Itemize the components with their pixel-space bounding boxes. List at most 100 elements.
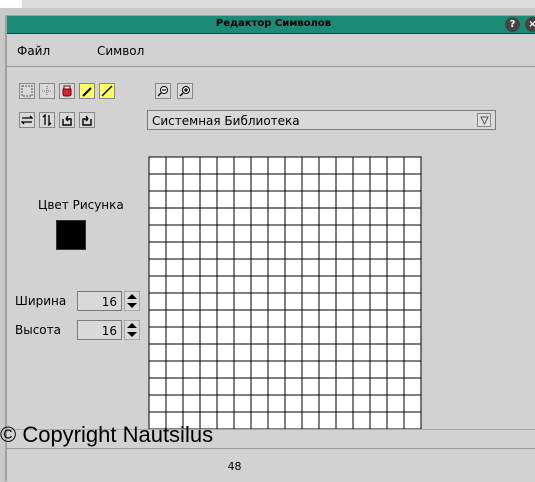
grid-cell[interactable] <box>352 411 371 430</box>
grid-cell[interactable] <box>233 258 252 277</box>
flip-vertical-button[interactable] <box>39 112 55 128</box>
grid-cell[interactable] <box>267 309 286 328</box>
grid-cell[interactable] <box>369 190 388 209</box>
grid-cell[interactable] <box>335 207 354 226</box>
grid-cell[interactable] <box>386 156 405 175</box>
grid-cell[interactable] <box>284 190 303 209</box>
grid-cell[interactable] <box>182 275 201 294</box>
grid-cell[interactable] <box>318 377 337 396</box>
grid-cell[interactable] <box>369 241 388 260</box>
grid-cell[interactable] <box>352 275 371 294</box>
grid-cell[interactable] <box>199 207 218 226</box>
grid-cell[interactable] <box>352 156 371 175</box>
grid-cell[interactable] <box>216 258 235 277</box>
grid-cell[interactable] <box>284 309 303 328</box>
grid-cell[interactable] <box>233 156 252 175</box>
grid-cell[interactable] <box>182 292 201 311</box>
grid-cell[interactable] <box>267 343 286 362</box>
grid-cell[interactable] <box>233 411 252 430</box>
grid-cell[interactable] <box>386 377 405 396</box>
grid-cell[interactable] <box>318 292 337 311</box>
chevron-down-icon[interactable] <box>477 113 491 127</box>
grid-cell[interactable] <box>216 190 235 209</box>
width-field[interactable]: 16 <box>77 291 122 311</box>
grid-cell[interactable] <box>233 309 252 328</box>
grid-cell[interactable] <box>301 326 320 345</box>
grid-cell[interactable] <box>233 241 252 260</box>
grid-cell[interactable] <box>318 224 337 243</box>
grid-cell[interactable] <box>148 207 167 226</box>
grid-cell[interactable] <box>403 326 422 345</box>
pixel-edit-grid[interactable] <box>148 156 422 430</box>
grid-cell[interactable] <box>233 377 252 396</box>
grid-cell[interactable] <box>318 190 337 209</box>
drawing-color-swatch[interactable] <box>56 220 86 250</box>
grid-cell[interactable] <box>386 190 405 209</box>
grid-cell[interactable] <box>216 343 235 362</box>
grid-cell[interactable] <box>182 190 201 209</box>
grid-cell[interactable] <box>267 258 286 277</box>
grid-cell[interactable] <box>233 292 252 311</box>
grid-cell[interactable] <box>369 292 388 311</box>
grid-cell[interactable] <box>284 275 303 294</box>
grid-cell[interactable] <box>233 224 252 243</box>
grid-cell[interactable] <box>199 190 218 209</box>
grid-cell[interactable] <box>318 241 337 260</box>
grid-cell[interactable] <box>301 292 320 311</box>
grid-cell[interactable] <box>318 207 337 226</box>
grid-cell[interactable] <box>165 309 184 328</box>
grid-cell[interactable] <box>386 326 405 345</box>
grid-cell[interactable] <box>199 377 218 396</box>
title-bar[interactable]: Редактор Символов ? × <box>7 15 535 34</box>
grid-cell[interactable] <box>250 156 269 175</box>
grid-cell[interactable] <box>318 309 337 328</box>
move-tool[interactable] <box>39 83 55 99</box>
grid-cell[interactable] <box>318 394 337 413</box>
grid-cell[interactable] <box>301 190 320 209</box>
grid-cell[interactable] <box>352 377 371 396</box>
grid-cell[interactable] <box>165 326 184 345</box>
grid-cell[interactable] <box>403 190 422 209</box>
grid-cell[interactable] <box>250 394 269 413</box>
grid-cell[interactable] <box>267 360 286 379</box>
grid-cell[interactable] <box>403 377 422 396</box>
grid-cell[interactable] <box>250 241 269 260</box>
grid-cell[interactable] <box>250 258 269 277</box>
grid-cell[interactable] <box>267 394 286 413</box>
zoom-out-button[interactable] <box>155 83 171 99</box>
grid-cell[interactable] <box>250 326 269 345</box>
grid-cell[interactable] <box>250 309 269 328</box>
grid-cell[interactable] <box>284 377 303 396</box>
grid-cell[interactable] <box>216 224 235 243</box>
grid-cell[interactable] <box>267 241 286 260</box>
grid-cell[interactable] <box>182 173 201 192</box>
grid-cell[interactable] <box>386 173 405 192</box>
grid-cell[interactable] <box>352 224 371 243</box>
grid-cell[interactable] <box>318 156 337 175</box>
grid-cell[interactable] <box>369 258 388 277</box>
grid-cell[interactable] <box>352 360 371 379</box>
grid-cell[interactable] <box>148 173 167 192</box>
grid-cell[interactable] <box>369 326 388 345</box>
grid-cell[interactable] <box>216 360 235 379</box>
grid-cell[interactable] <box>148 292 167 311</box>
grid-cell[interactable] <box>216 309 235 328</box>
grid-cell[interactable] <box>301 309 320 328</box>
grid-cell[interactable] <box>199 156 218 175</box>
grid-cell[interactable] <box>267 190 286 209</box>
grid-cell[interactable] <box>335 190 354 209</box>
grid-cell[interactable] <box>403 156 422 175</box>
grid-cell[interactable] <box>386 241 405 260</box>
grid-cell[interactable] <box>199 224 218 243</box>
close-icon[interactable]: × <box>525 17 535 32</box>
grid-cell[interactable] <box>165 394 184 413</box>
grid-cell[interactable] <box>352 309 371 328</box>
grid-cell[interactable] <box>386 275 405 294</box>
grid-cell[interactable] <box>182 326 201 345</box>
grid-cell[interactable] <box>352 207 371 226</box>
grid-cell[interactable] <box>403 309 422 328</box>
grid-cell[interactable] <box>301 156 320 175</box>
grid-cell[interactable] <box>335 377 354 396</box>
grid-cell[interactable] <box>182 394 201 413</box>
grid-cell[interactable] <box>165 156 184 175</box>
